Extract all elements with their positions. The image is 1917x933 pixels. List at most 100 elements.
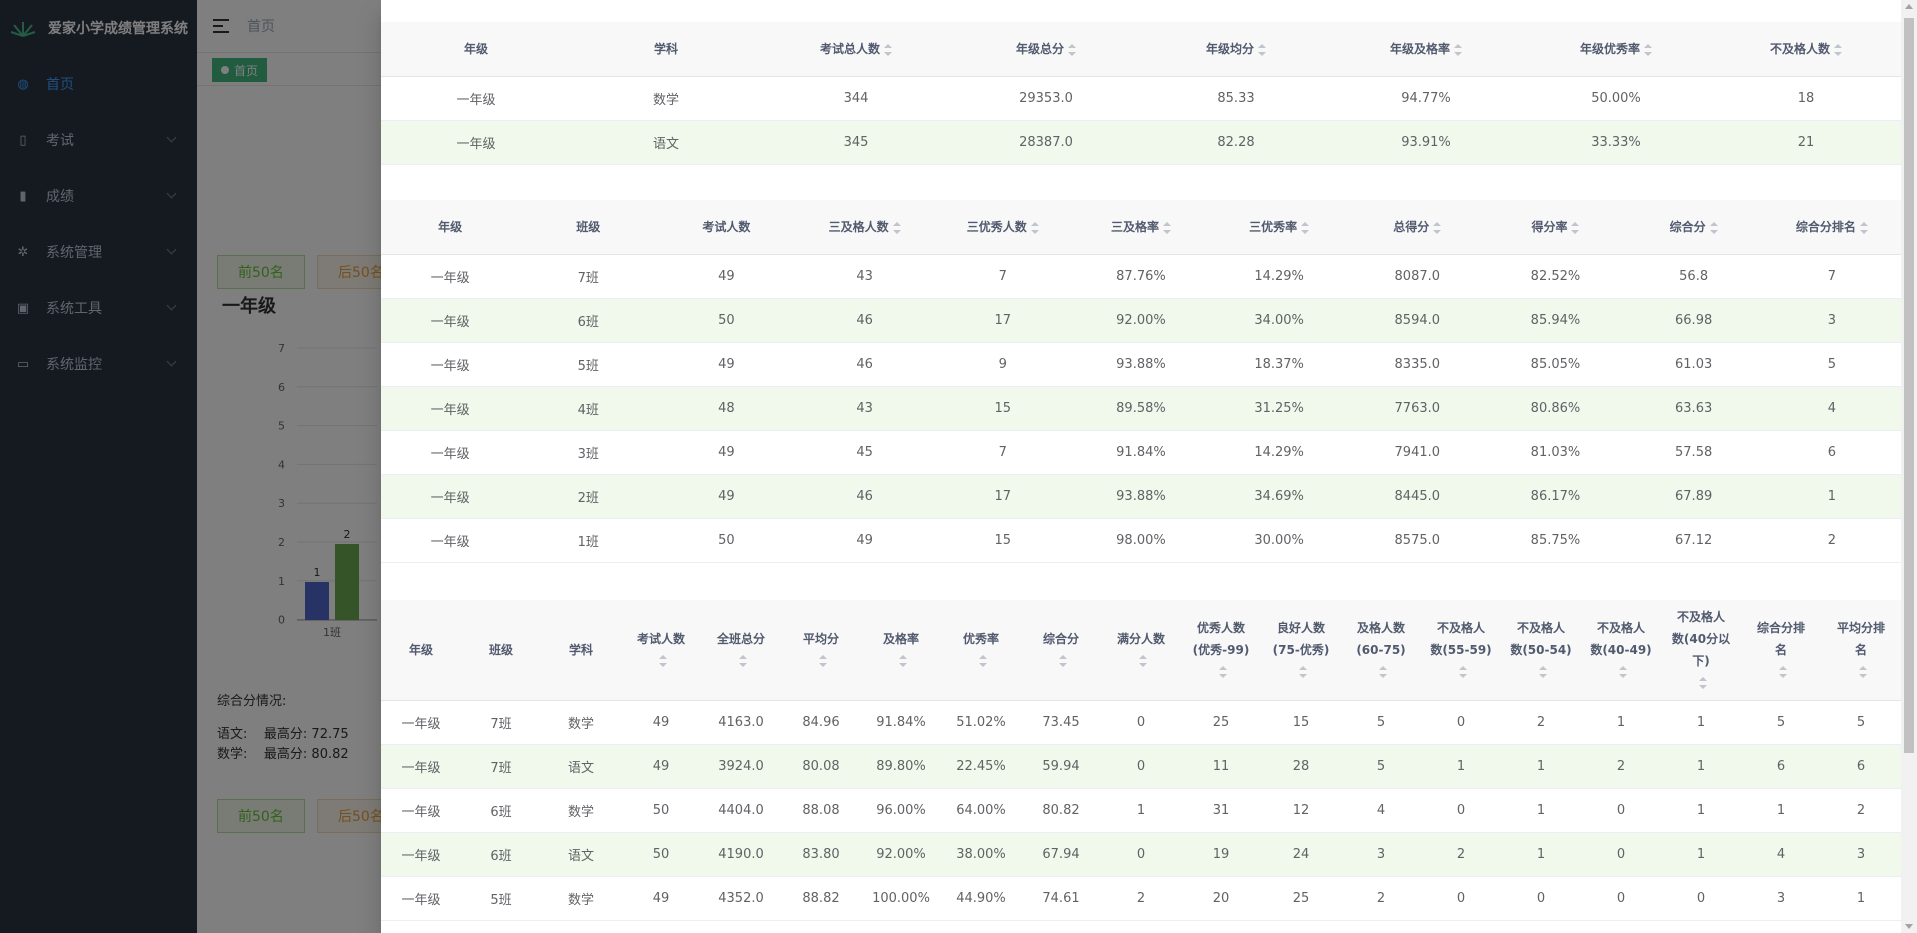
column-header[interactable]: 及格率	[861, 600, 941, 701]
sort-caret-icon[interactable]	[1644, 43, 1652, 56]
table-cell: 49	[795, 518, 934, 563]
sort-caret-icon[interactable]	[1379, 666, 1387, 679]
column-header[interactable]: 总得分	[1348, 200, 1487, 255]
column-header-label: 不及格人	[1596, 620, 1645, 635]
column-header[interactable]: 不及格人 数(40-49)	[1581, 600, 1661, 701]
sort-caret-icon[interactable]	[1539, 666, 1547, 679]
table-row[interactable]: 一年级 4班 48 43 15 89.58% 31.25% 7763.0 80.86% 63.63…	[381, 386, 1901, 431]
sort-caret-icon[interactable]	[1709, 221, 1718, 234]
sort-caret-icon[interactable]	[1459, 666, 1467, 679]
table-row[interactable]: 一年级 7班 语文 49 3924.0 80.08 89.80% 22.45% 59.94 0 11…	[381, 744, 1901, 789]
table-row[interactable]: 一年级 6班 数学 50 4404.0 88.08 96.00% 64.00% 80.82 1 31…	[381, 788, 1901, 833]
sort-caret-icon[interactable]	[1699, 677, 1707, 690]
sort-caret-icon[interactable]	[1219, 666, 1227, 679]
table-row[interactable]: 一年级 2班 49 46 17 93.88% 34.69% 8445.0 86.17% 67.89…	[381, 474, 1901, 519]
sort-caret-icon[interactable]	[1301, 221, 1310, 234]
column-header[interactable]: 年级及格率	[1331, 22, 1521, 77]
sort-caret-icon[interactable]	[1571, 221, 1580, 234]
column-header[interactable]: 满分人数	[1101, 600, 1181, 701]
sort-caret-icon[interactable]	[1779, 666, 1787, 679]
table-row[interactable]: 一年级 语文 345 28387.0 82.28 93.91% 33.33% 21	[381, 120, 1901, 165]
scrollbar[interactable]	[1901, 0, 1917, 933]
table-cell: 4190.0	[701, 832, 781, 877]
sort-caret-icon[interactable]	[884, 43, 892, 56]
table-row[interactable]: 一年级 6班 语文 50 4190.0 83.80 92.00% 38.00% 67.94 0 19…	[381, 832, 1901, 877]
table-cell: 17	[933, 474, 1072, 519]
table-row[interactable]: 一年级 6班 50 46 17 92.00% 34.00% 8594.0 85.94% 66.98…	[381, 298, 1901, 343]
column-header[interactable]: 不及格人 数(50-54)	[1501, 600, 1581, 701]
column-header[interactable]: 优秀率	[941, 600, 1021, 701]
column-header[interactable]: 良好人数 (75-优秀)	[1261, 600, 1341, 701]
column-header[interactable]: 考试人数	[621, 600, 701, 701]
sort-caret-icon[interactable]	[1162, 221, 1171, 234]
column-header[interactable]: 平均分排名	[1821, 600, 1901, 701]
column-header[interactable]: 年级总分	[951, 22, 1141, 77]
sort-caret-icon[interactable]	[1619, 666, 1627, 679]
table-row[interactable]: 一年级 数学 344 29353.0 85.33 94.77% 50.00% 18	[381, 76, 1901, 121]
table-cell: 66.98	[1624, 298, 1763, 343]
table-cell: 5	[1341, 744, 1421, 789]
sort-caret-icon[interactable]	[1859, 221, 1868, 234]
sort-caret-icon[interactable]	[1139, 655, 1147, 668]
column-header[interactable]: 三及格人数	[795, 200, 934, 255]
table-row[interactable]: 一年级 1班 50 49 15 98.00% 30.00% 8575.0 85.75% 67.12…	[381, 518, 1901, 563]
table-row[interactable]: 一年级 7班 49 43 7 87.76% 14.29% 8087.0 82.52% 56.8 7	[381, 254, 1901, 299]
column-header[interactable]: 不及格人 数(55-59)	[1421, 600, 1501, 701]
table-cell: 2	[1821, 788, 1901, 833]
column-header[interactable]: 三及格率	[1071, 200, 1211, 255]
scroll-up-icon[interactable]	[1905, 4, 1913, 9]
sort-caret-icon[interactable]	[1299, 666, 1307, 679]
sort-caret-icon[interactable]	[1030, 221, 1039, 234]
column-header[interactable]: 三优秀率	[1210, 200, 1349, 255]
column-header[interactable]: 综合分	[1624, 200, 1763, 255]
sort-caret-icon[interactable]	[1068, 43, 1076, 56]
column-header[interactable]: 综合分排名	[1762, 200, 1901, 255]
column-header-label: 不及格人	[1516, 620, 1565, 635]
column-header[interactable]: 不及格人 数(40分以 下)	[1661, 600, 1741, 701]
column-header[interactable]: 考试总人数	[761, 22, 951, 77]
column-header-label: 班级	[488, 642, 513, 657]
table-cell: 0	[1101, 744, 1181, 789]
sort-caret-icon[interactable]	[892, 221, 901, 234]
column-header[interactable]: 不及格人数	[1711, 22, 1901, 77]
sort-caret-icon[interactable]	[1454, 43, 1462, 56]
column-header[interactable]: 优秀人数 (优秀-99)	[1181, 600, 1261, 701]
sort-caret-icon[interactable]	[899, 655, 907, 668]
table-cell: 6	[1821, 744, 1901, 789]
column-header[interactable]: 综合分排名	[1741, 600, 1821, 701]
sort-caret-icon[interactable]	[979, 655, 987, 668]
table-row[interactable]: 一年级 3班 49 45 7 91.84% 14.29% 7941.0 81.03% 57.58 6	[381, 430, 1901, 475]
column-header[interactable]: 全班总分	[701, 600, 781, 701]
scroll-down-icon[interactable]	[1905, 924, 1913, 929]
sort-caret-icon[interactable]	[1258, 43, 1266, 56]
table-cell: 46	[795, 298, 934, 343]
column-header[interactable]: 平均分	[781, 600, 861, 701]
column-header[interactable]: 年级均分	[1141, 22, 1331, 77]
scrollbar-thumb[interactable]	[1904, 18, 1914, 753]
table-cell: 7班	[519, 254, 658, 299]
table-cell: 4	[1341, 788, 1421, 833]
sort-caret-icon[interactable]	[1433, 221, 1442, 234]
sort-caret-icon[interactable]	[1059, 655, 1067, 668]
column-header[interactable]: 得分率	[1486, 200, 1625, 255]
table-row[interactable]: 一年级 5班 数学 49 4352.0 88.82 100.00% 44.90% 74.61 2 2…	[381, 876, 1901, 921]
column-header: 考试人数	[657, 200, 796, 255]
column-header-label: 三优秀率	[1249, 220, 1298, 235]
sort-caret-icon[interactable]	[1834, 43, 1842, 56]
table-row[interactable]: 一年级 5班 49 46 9 93.88% 18.37% 8335.0 85.05% 61.03 5	[381, 342, 1901, 387]
table-cell: 56.8	[1624, 254, 1763, 299]
sort-caret-icon[interactable]	[1859, 666, 1867, 679]
column-header-label: 学科	[568, 642, 593, 657]
column-header[interactable]: 三优秀人数	[933, 200, 1072, 255]
column-header[interactable]: 及格人数 (60-75)	[1341, 600, 1421, 701]
column-header[interactable]: 年级优秀率	[1521, 22, 1711, 77]
table-row[interactable]: 一年级 7班 数学 49 4163.0 84.96 91.84% 51.02% 73.45 0 25…	[381, 700, 1901, 745]
column-header[interactable]: 综合分	[1021, 600, 1101, 701]
table-cell: 33.33%	[1521, 120, 1711, 165]
table-cell: 7	[933, 254, 1072, 299]
table-cell: 51.02%	[941, 700, 1021, 745]
sort-caret-icon[interactable]	[659, 655, 667, 668]
table-cell: 83.80	[781, 832, 861, 877]
sort-caret-icon[interactable]	[739, 655, 747, 668]
sort-caret-icon[interactable]	[819, 655, 827, 668]
